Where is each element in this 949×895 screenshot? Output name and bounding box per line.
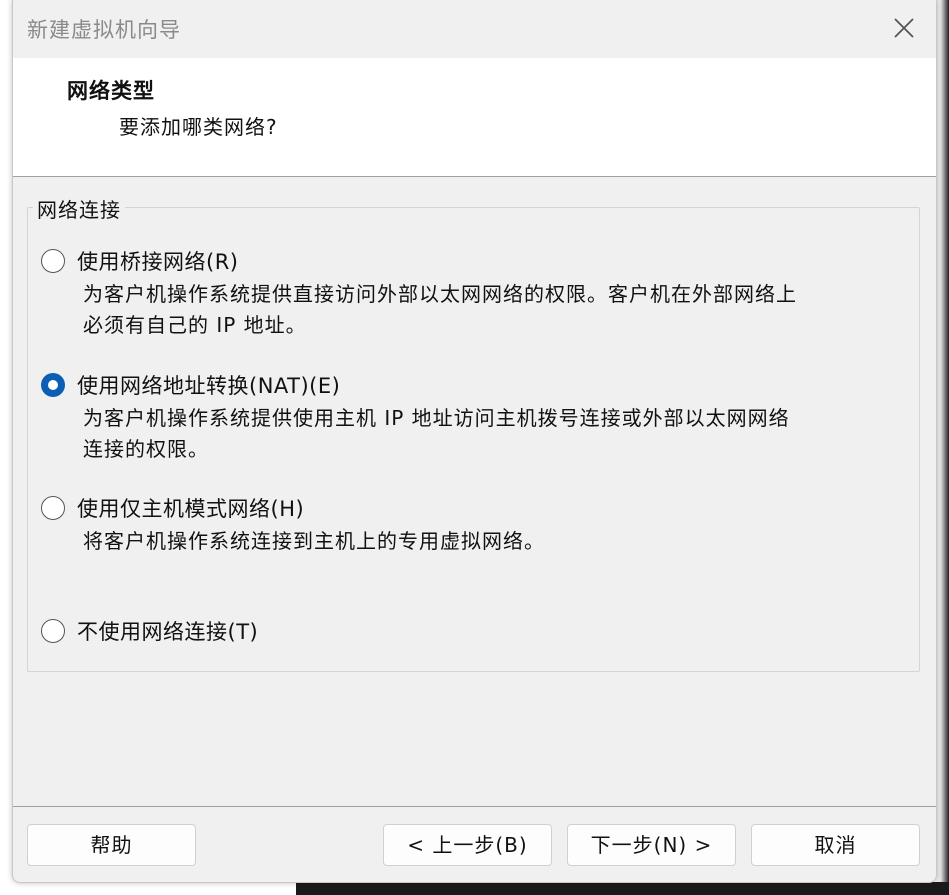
radio-circle[interactable] xyxy=(41,619,65,643)
radio-circle[interactable] xyxy=(41,496,65,520)
desktop-backdrop-right xyxy=(935,0,949,895)
radio-no-network-label[interactable]: 不使用网络连接(T) xyxy=(77,616,258,646)
description-line: 连接的权限。 xyxy=(83,437,209,461)
window-title: 新建虚拟机向导 xyxy=(27,18,181,42)
cancel-button[interactable]: 取消 xyxy=(751,824,920,866)
close-icon xyxy=(894,18,914,38)
page-title: 网络类型 xyxy=(67,79,155,103)
radio-circle-selected[interactable] xyxy=(41,373,65,397)
desktop-backdrop-bottom xyxy=(296,882,949,895)
footer-divider xyxy=(13,806,936,807)
description-line: 为客户机操作系统提供使用主机 IP 地址访问主机拨号连接或外部以太网网络 xyxy=(83,406,790,430)
wizard-header: 网络类型 要添加哪类网络? xyxy=(13,58,936,177)
description-line: 为客户机操作系统提供直接访问外部以太网网络的权限。客户机在外部网络上 xyxy=(83,282,797,306)
group-legend: 网络连接 xyxy=(33,194,125,223)
help-button[interactable]: 帮助 xyxy=(27,824,196,866)
radio-circle[interactable] xyxy=(41,249,65,273)
new-vm-wizard-dialog: 新建虚拟机向导 网络类型 要添加哪类网络? 网络连接 使用桥接网络(R) 为客户… xyxy=(12,0,937,883)
title-bar[interactable]: 新建虚拟机向导 xyxy=(13,0,936,58)
next-button[interactable]: 下一步(N) > xyxy=(567,824,736,866)
radio-host-only-label[interactable]: 使用仅主机模式网络(H) xyxy=(77,493,304,523)
close-button[interactable] xyxy=(890,14,918,42)
radio-nat-description: 为客户机操作系统提供使用主机 IP 地址访问主机拨号连接或外部以太网网络 连接的… xyxy=(83,403,913,465)
description-line: 必须有自己的 IP 地址。 xyxy=(83,313,307,337)
page-subtitle: 要添加哪类网络? xyxy=(119,115,278,139)
back-button[interactable]: < 上一步(B) xyxy=(383,824,552,866)
radio-bridged-label[interactable]: 使用桥接网络(R) xyxy=(77,246,238,276)
radio-host-only-description: 将客户机操作系统连接到主机上的专用虚拟网络。 xyxy=(83,526,913,557)
description-line: 将客户机操作系统连接到主机上的专用虚拟网络。 xyxy=(83,529,545,553)
radio-bridged-description: 为客户机操作系统提供直接访问外部以太网网络的权限。客户机在外部网络上 必须有自己… xyxy=(83,279,913,341)
radio-nat-label[interactable]: 使用网络地址转换(NAT)(E) xyxy=(77,370,340,400)
